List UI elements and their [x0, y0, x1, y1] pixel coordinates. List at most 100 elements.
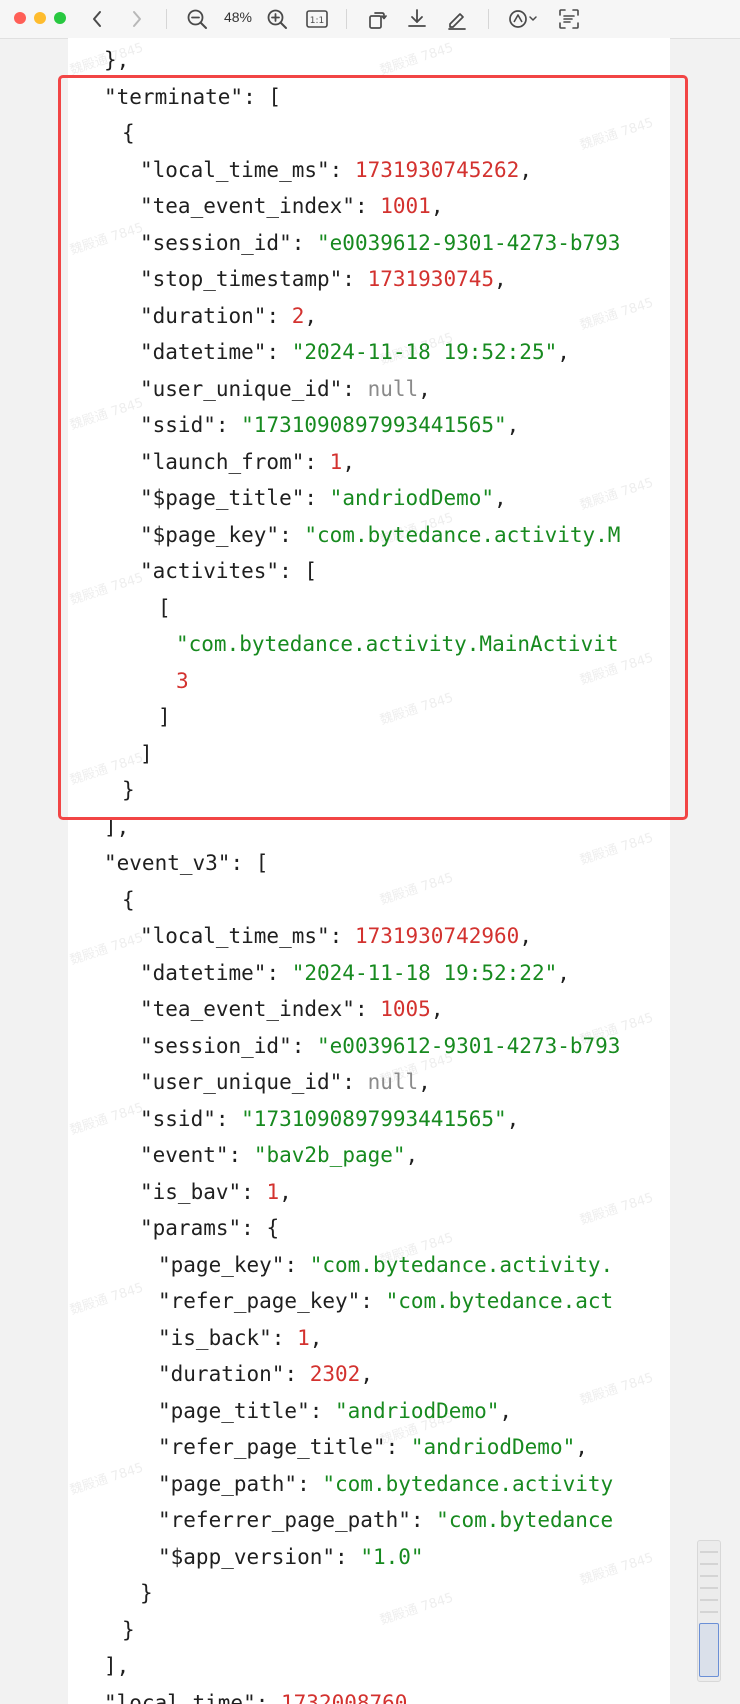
code-token: ]	[140, 741, 153, 766]
code-line: 3	[176, 663, 189, 699]
code-token: "andriodDemo"	[329, 486, 495, 510]
code-token: "ssid"	[140, 1106, 216, 1131]
thumbnail-line	[700, 1611, 718, 1613]
code-token: ,	[418, 376, 431, 401]
watermark-text: 魏殿通 7845	[578, 1550, 656, 1589]
code-token: :	[266, 303, 292, 328]
code-token: :	[342, 376, 368, 401]
code-line: "event_v3": [	[104, 845, 268, 881]
back-button[interactable]	[86, 6, 108, 32]
code-token: ,	[342, 449, 355, 474]
actual-size-button[interactable]: 1:1	[304, 6, 330, 32]
watermark-text: 魏殿通 7845	[68, 1100, 146, 1139]
code-token: :	[215, 1106, 242, 1131]
close-window-button[interactable]	[14, 12, 26, 24]
code-token: ,	[494, 486, 507, 510]
code-token: 1	[266, 1179, 280, 1204]
thumbnail-line	[700, 1563, 718, 1565]
thumbnail-line	[700, 1599, 718, 1601]
markup-menu-button[interactable]	[506, 6, 540, 32]
chevron-right-icon	[133, 11, 141, 27]
text-recognition-button[interactable]	[556, 6, 582, 32]
zoom-level: 48%	[223, 9, 253, 25]
code-token: :	[342, 267, 368, 291]
code-token: "page_key"	[158, 1252, 285, 1277]
code-token: null	[367, 1070, 419, 1094]
download-button[interactable]	[404, 6, 430, 32]
forward-button[interactable]	[126, 6, 148, 32]
watermark-text: 魏殿通 7845	[578, 830, 656, 869]
rotate-button[interactable]	[364, 6, 390, 32]
zoom-in-button[interactable]	[264, 6, 290, 32]
toolbar-separator	[166, 9, 167, 29]
code-line: {	[122, 882, 135, 918]
thumbnail-viewport[interactable]	[699, 1623, 719, 1677]
code-token: :	[309, 1398, 336, 1423]
code-token: :	[342, 1070, 368, 1094]
pencil-icon	[448, 13, 466, 30]
code-line: "session_id": "e0039612-9301-4273-b793	[140, 225, 620, 261]
code-line: }	[140, 1575, 153, 1611]
code-token: 1731930745	[367, 267, 495, 291]
code-token: "e0039612-9301-4273-b793	[317, 230, 621, 255]
page-thumbnail-scroller[interactable]	[697, 1540, 721, 1682]
code-token: ,	[519, 924, 532, 948]
code-token: ,	[360, 1362, 373, 1386]
code-token: "1.0"	[360, 1544, 424, 1569]
code-line: "session_id": "e0039612-9301-4273-b793	[140, 1028, 620, 1064]
code-token: ,	[506, 1106, 520, 1131]
code-line: "datetime": "2024-11-18 19:52:22",	[140, 955, 570, 991]
pdf-viewer-window: 48% 1:1 魏殿通 7845 魏殿通 7845 魏殿通 7845 魏殿通 7…	[0, 0, 740, 1704]
code-token: :	[335, 1544, 361, 1569]
markup-icon	[509, 10, 537, 28]
code-line: ]	[140, 736, 153, 772]
annotate-button[interactable]	[444, 6, 470, 32]
code-token: ,	[405, 1143, 419, 1167]
code-token: null	[367, 376, 419, 401]
code-token: :	[385, 1435, 411, 1459]
zoom-out-icon	[187, 9, 207, 29]
code-line: "page_title": "andriodDemo",	[158, 1393, 512, 1429]
code-line: "com.bytedance.activity.MainActivit	[176, 626, 619, 662]
code-token: :	[304, 449, 330, 474]
code-token: "referrer_page_path"	[158, 1508, 411, 1532]
code-line: "tea_event_index": 1005,	[140, 991, 443, 1027]
code-token: }	[122, 1617, 135, 1642]
code-line: "ssid": "1731090897993441565",	[140, 407, 519, 443]
code-line: "terminate": [	[104, 79, 281, 115]
code-token: 1731930745262	[354, 157, 520, 182]
minimize-window-button[interactable]	[34, 12, 46, 24]
code-line: "ssid": "1731090897993441565",	[140, 1101, 519, 1137]
code-token: ],	[104, 1654, 130, 1678]
code-token: ,	[557, 340, 570, 364]
zoom-out-button[interactable]	[184, 6, 210, 32]
code-token: "$page_title"	[140, 486, 305, 510]
code-line: "$app_version": "1.0"	[158, 1539, 424, 1575]
code-token: ,	[499, 1398, 513, 1423]
code-line: "user_unique_id": null,	[140, 1064, 431, 1100]
watermark-text: 魏殿通 7845	[578, 1370, 656, 1409]
code-token: "local_time"	[104, 1690, 256, 1704]
watermark-text: 魏殿通 7845	[578, 115, 656, 154]
code-line: "duration": 2302,	[158, 1356, 373, 1392]
code-token: "com.bytedance	[436, 1508, 614, 1532]
code-token: :	[354, 997, 381, 1021]
code-line: "$page_title": "andriodDemo",	[140, 480, 507, 516]
code-token: "andriodDemo"	[335, 1398, 500, 1423]
zoom-window-button[interactable]	[54, 12, 66, 24]
code-token: 2302	[309, 1362, 361, 1386]
code-line: "is_back": 1,	[158, 1320, 322, 1356]
code-token: "1731090897993441565"	[241, 1106, 507, 1131]
code-token: :	[297, 1471, 323, 1496]
code-line: "referrer_page_path": "com.bytedance	[158, 1502, 613, 1538]
code-token: "stop_timestamp"	[140, 267, 343, 291]
watermark-text: 魏殿通 7845	[378, 870, 456, 909]
watermark-text: 魏殿通 7845	[378, 1590, 456, 1629]
code-token: : [	[279, 559, 318, 583]
code-line: "local_time_ms": 1731930745262,	[140, 152, 532, 188]
code-token: "datetime"	[140, 960, 267, 985]
chevron-left-icon	[93, 11, 101, 27]
watermark-text: 魏殿通 7845	[68, 220, 146, 259]
code-line: "page_path": "com.bytedance.activity	[158, 1466, 613, 1502]
document-page[interactable]: 魏殿通 7845 魏殿通 7845 魏殿通 7845 魏殿通 7845 魏殿通 7845…	[68, 38, 670, 1704]
